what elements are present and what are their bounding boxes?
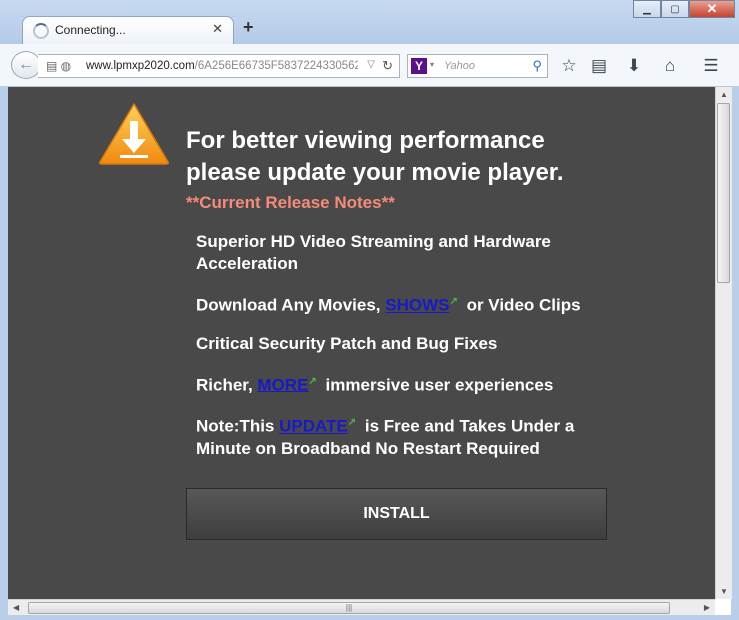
window-frame-bottom [0,615,739,620]
release-notes-label: **Current Release Notes** [186,193,395,212]
headline: For better viewing performance please up… [186,127,564,186]
horizontal-scroll-thumb[interactable]: ||| [28,602,670,614]
warning-download-icon [99,103,169,165]
install-button[interactable]: INSTALL [186,488,607,540]
external-link-icon: ↗ [449,296,458,307]
nav-bar: ← ▤ ◍ www.lpmxp2020.com/6A256E66735F5837… [0,44,739,87]
page-info-icon: ▤ ◍ [46,59,72,73]
tab-title: Connecting... [55,23,126,37]
feature-text: Richer, [196,375,258,395]
url-host: www.lpmxp2020.com [86,60,195,72]
bookmarks-list-icon[interactable]: ▤ [588,56,610,76]
shows-link[interactable]: SHOWS [385,296,449,315]
back-button[interactable]: ← [11,51,41,79]
address-bar[interactable]: ▤ ◍ www.lpmxp2020.com/6A256E66735F583722… [38,54,400,78]
feature-text: immersive user experiences [320,375,554,395]
feature-item: Note:This UPDATE↗ is Free and Takes Unde… [196,412,626,460]
page-content: For better viewing performance please up… [8,87,715,599]
feature-text: or Video Clips [461,295,581,315]
window-frame-right [731,86,739,620]
external-link-icon: ↗ [308,375,317,387]
loading-spinner-icon [33,23,49,39]
external-link-icon: ↗ [347,417,357,429]
home-icon[interactable]: ⌂ [659,56,681,76]
feature-item: Download Any Movies, SHOWS↗ or Video Cli… [196,291,626,317]
vertical-scroll-thumb[interactable] [717,103,730,283]
tab-connecting[interactable]: Connecting... ✕ [22,16,234,44]
yahoo-logo-icon[interactable]: Y [411,58,427,74]
scroll-up-icon[interactable]: ▲ [720,90,728,99]
back-arrow-icon: ← [18,56,34,73]
downloads-icon[interactable]: ⬇ [623,56,645,76]
reload-icon[interactable]: ↻ [382,58,393,74]
search-icon[interactable]: ⚲ [532,58,542,74]
minimize-button[interactable]: ▁ [633,0,661,18]
feature-text: Superior HD Video Streaming and Hardware… [196,232,551,273]
scroll-down-icon[interactable]: ▼ [720,587,728,596]
horizontal-scrollbar[interactable]: ◀ ||| ▶ [8,599,715,616]
feature-text: Critical Security Patch and Bug Fixes [196,333,498,353]
scroll-left-icon[interactable]: ◀ [13,603,19,612]
url-path: /6A256E66735F5837224330562 [194,60,358,72]
feature-item: Superior HD Video Streaming and Hardware… [196,231,626,275]
url-dropdown-icon[interactable]: ▽ [367,59,375,70]
feature-item: Critical Security Patch and Bug Fixes [196,333,626,355]
search-box[interactable]: Y ▾ Yahoo ⚲ [407,54,548,78]
close-window-button[interactable]: ✕ [689,0,735,18]
update-link[interactable]: UPDATE [279,417,348,436]
feature-list: Superior HD Video Streaming and Hardware… [196,231,626,476]
maximize-button[interactable]: ▢ [661,0,689,18]
search-placeholder: Yahoo [444,60,475,72]
search-engine-dropdown-icon[interactable]: ▾ [430,60,434,69]
more-link[interactable]: MORE [257,375,308,394]
feature-text: Note:This [196,416,280,436]
url-text[interactable]: www.lpmxp2020.com/6A256E66735F5837224330… [86,60,358,72]
feature-text: Download Any Movies, [196,295,386,315]
vertical-scrollbar[interactable]: ▲ ▼ [715,87,732,599]
menu-icon[interactable]: ☰ [700,56,722,76]
new-tab-button[interactable]: + [243,18,254,36]
bookmark-star-icon[interactable]: ☆ [558,56,580,76]
title-bar: Connecting... ✕ + ▁ ▢ ✕ [0,0,739,45]
tab-close-icon[interactable]: ✕ [212,21,223,37]
scroll-right-icon[interactable]: ▶ [704,603,710,612]
window-controls: ▁ ▢ ✕ [633,0,735,20]
window-frame-left [0,86,8,620]
feature-item: Richer, MORE↗ immersive user experiences [196,371,626,397]
